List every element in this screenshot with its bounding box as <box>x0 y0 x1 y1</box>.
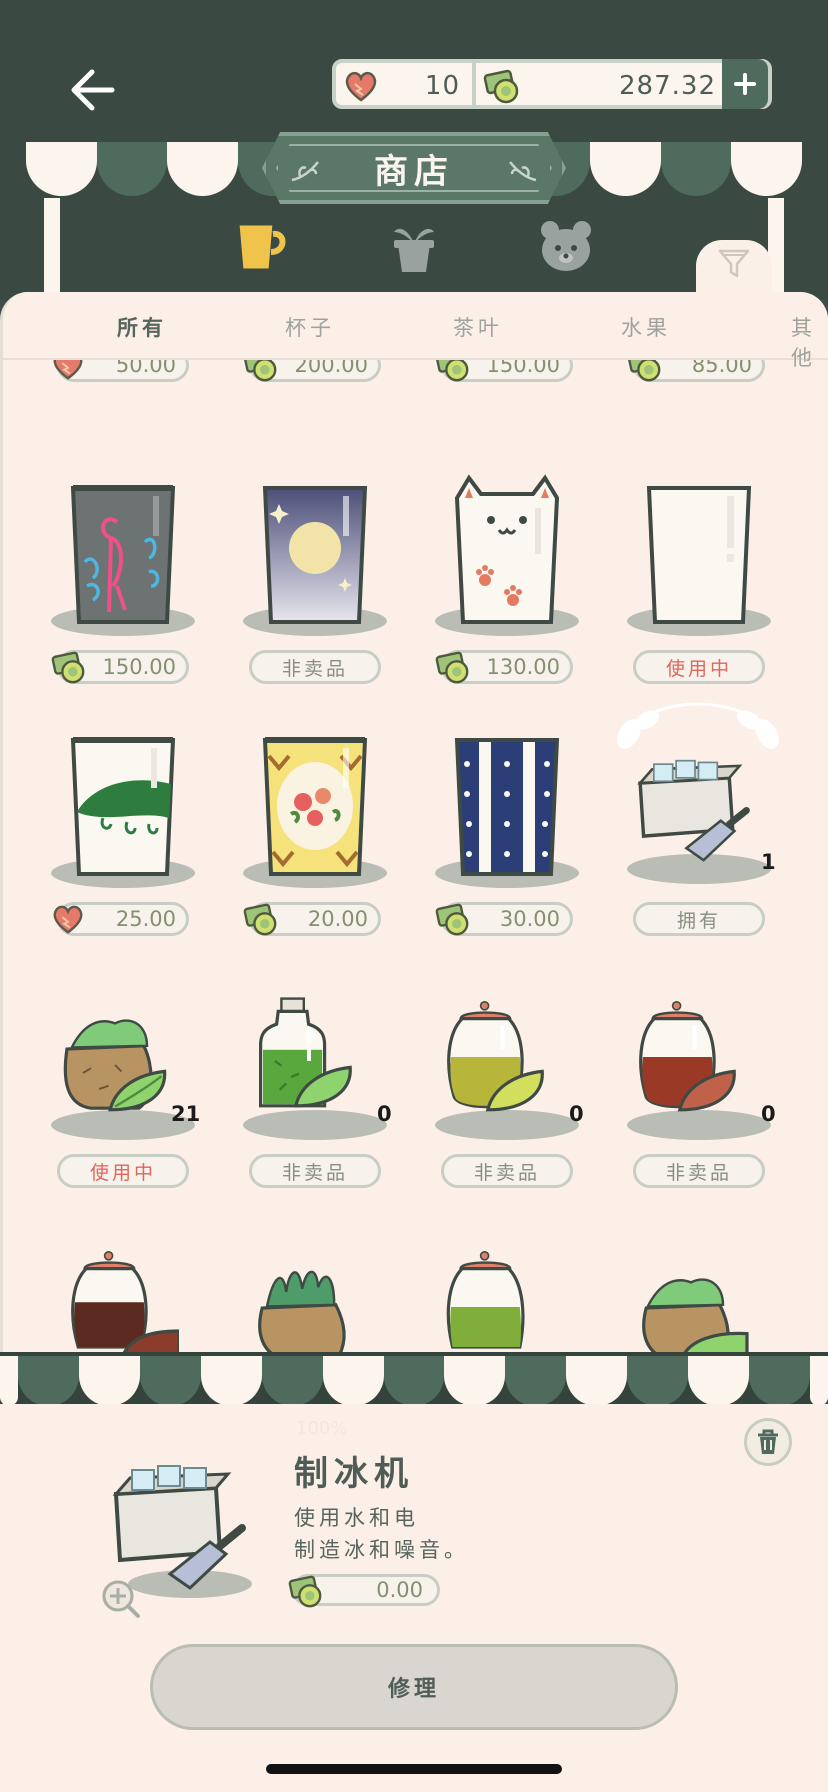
price-tag: 150.00 <box>51 650 189 684</box>
delete-button[interactable] <box>744 1418 792 1466</box>
leaf-ornament-icon <box>291 161 319 182</box>
home-indicator <box>266 1764 562 1774</box>
zoom-button[interactable] <box>100 1578 142 1624</box>
herb-jar-icon <box>446 1251 525 1349</box>
flamingo-cup-icon <box>70 485 176 624</box>
cash-value: 287.32 <box>619 71 716 101</box>
item-card[interactable]: 21 使用中 <box>3 986 200 1236</box>
leaf-ornament-icon <box>509 161 537 182</box>
item-card[interactable] <box>579 1238 771 1362</box>
cash-icon <box>482 67 522 109</box>
moon-cup-icon <box>262 486 368 624</box>
cash-icon <box>434 649 472 690</box>
item-description: 制造冰和噪音。 <box>294 1538 469 1562</box>
green-tea-jar-icon <box>259 997 352 1108</box>
hearts-value: 10 <box>424 71 460 101</box>
back-arrow-icon <box>71 69 115 111</box>
category-tabs: 所有 杯子 茶叶 水果 其他 <box>3 292 828 370</box>
condition-percent: 100% <box>296 1418 348 1439</box>
heart-icon <box>342 67 380 109</box>
item-card[interactable]: 130.00 <box>387 474 579 732</box>
hearts-balance: 10 <box>336 63 476 105</box>
item-card[interactable]: 0 非卖品 <box>195 986 392 1236</box>
item-detail-panel: 100% 制冰机 使用水和电 制造冰和噪音。 0.00 修理 <box>0 1404 828 1792</box>
category-plants[interactable] <box>384 218 444 278</box>
leaf-sack-icon <box>642 1278 749 1358</box>
lily-cup-icon <box>70 737 176 876</box>
trash-icon <box>758 1429 778 1454</box>
plus-icon <box>734 73 756 95</box>
cash-icon <box>242 901 280 942</box>
price-tag: 20.00 <box>243 902 381 936</box>
status-badge: 非卖品 <box>441 1154 573 1188</box>
tab-cups[interactable]: 杯子 <box>285 312 335 342</box>
shop-panel: 50.00 200.00 150.00 85.00 150.00 非卖品 130… <box>0 292 828 1362</box>
item-card[interactable]: 150.00 <box>3 482 195 732</box>
status-badge: 非卖品 <box>249 650 381 684</box>
cash-icon <box>434 901 472 942</box>
shop-header: 10 287.32 商店 <box>0 0 828 320</box>
repair-button[interactable]: 修理 <box>150 1644 678 1730</box>
flower-cup-icon <box>262 737 368 876</box>
cash-icon <box>50 649 88 690</box>
item-card[interactable]: 非卖品 <box>195 482 387 732</box>
item-card[interactable]: 25.00 <box>3 734 195 984</box>
price-tag: 25.00 <box>53 902 189 936</box>
shop-sign: 商店 <box>262 132 566 204</box>
item-price: 0.00 <box>288 1574 440 1608</box>
item-count: 0 <box>761 1102 776 1126</box>
category-cups[interactable] <box>230 218 290 278</box>
cash-balance: 287.32 <box>476 59 768 109</box>
herb-sack-icon <box>258 1270 346 1358</box>
item-count: 1 <box>761 850 776 874</box>
tab-all[interactable]: 所有 <box>117 312 167 342</box>
magnifier-icon <box>102 1580 140 1618</box>
item-description: 使用水和电 <box>294 1506 419 1530</box>
shop-title: 商店 <box>374 151 454 192</box>
item-card[interactable]: 30.00 <box>387 734 579 984</box>
currency-bar: 10 287.32 <box>332 59 772 109</box>
category-decor[interactable] <box>536 218 596 278</box>
status-badge: 非卖品 <box>249 1154 381 1188</box>
item-grid: 50.00 200.00 150.00 85.00 150.00 非卖品 130… <box>3 292 828 1362</box>
item-card[interactable]: 使用中 <box>579 482 771 732</box>
coffee-jar-icon <box>71 1251 179 1357</box>
ice-maker-icon <box>637 759 750 862</box>
item-card[interactable] <box>387 1238 579 1362</box>
item-card[interactable] <box>195 1238 387 1362</box>
status-badge: 使用中 <box>633 650 765 684</box>
item-card[interactable] <box>3 1238 195 1362</box>
item-card[interactable]: 1 拥有 <box>579 702 779 984</box>
plain-cup-icon <box>646 486 752 624</box>
cat-cup-icon <box>454 474 560 624</box>
heart-icon <box>50 901 86 942</box>
status-badge: 非卖品 <box>633 1154 765 1188</box>
tab-tea[interactable]: 茶叶 <box>453 312 503 342</box>
status-badge: 拥有 <box>633 902 765 936</box>
tab-other[interactable]: 其他 <box>791 312 828 372</box>
cash-icon <box>287 1573 325 1614</box>
cup-icon <box>236 222 286 272</box>
plant-icon <box>394 228 434 272</box>
item-title: 制冰机 <box>294 1454 414 1494</box>
bear-icon <box>541 221 591 271</box>
price-tag: 30.00 <box>435 902 573 936</box>
item-card[interactable]: 0 非卖品 <box>579 986 776 1236</box>
add-currency-button[interactable] <box>722 59 768 109</box>
yellow-tea-jar-icon <box>447 1001 544 1112</box>
back-button[interactable] <box>62 60 122 120</box>
item-card[interactable]: 0 非卖品 <box>387 986 584 1236</box>
funnel-icon <box>718 249 750 278</box>
tab-fruit[interactable]: 水果 <box>621 312 671 342</box>
bottom-awning <box>0 1352 828 1410</box>
red-tea-jar-icon <box>639 1001 736 1112</box>
tea-sack-icon <box>63 1019 167 1112</box>
status-badge: 使用中 <box>57 1154 189 1188</box>
price-tag: 130.00 <box>435 650 573 684</box>
item-card[interactable]: 20.00 <box>195 734 387 984</box>
stripe-cup-icon <box>454 738 560 876</box>
